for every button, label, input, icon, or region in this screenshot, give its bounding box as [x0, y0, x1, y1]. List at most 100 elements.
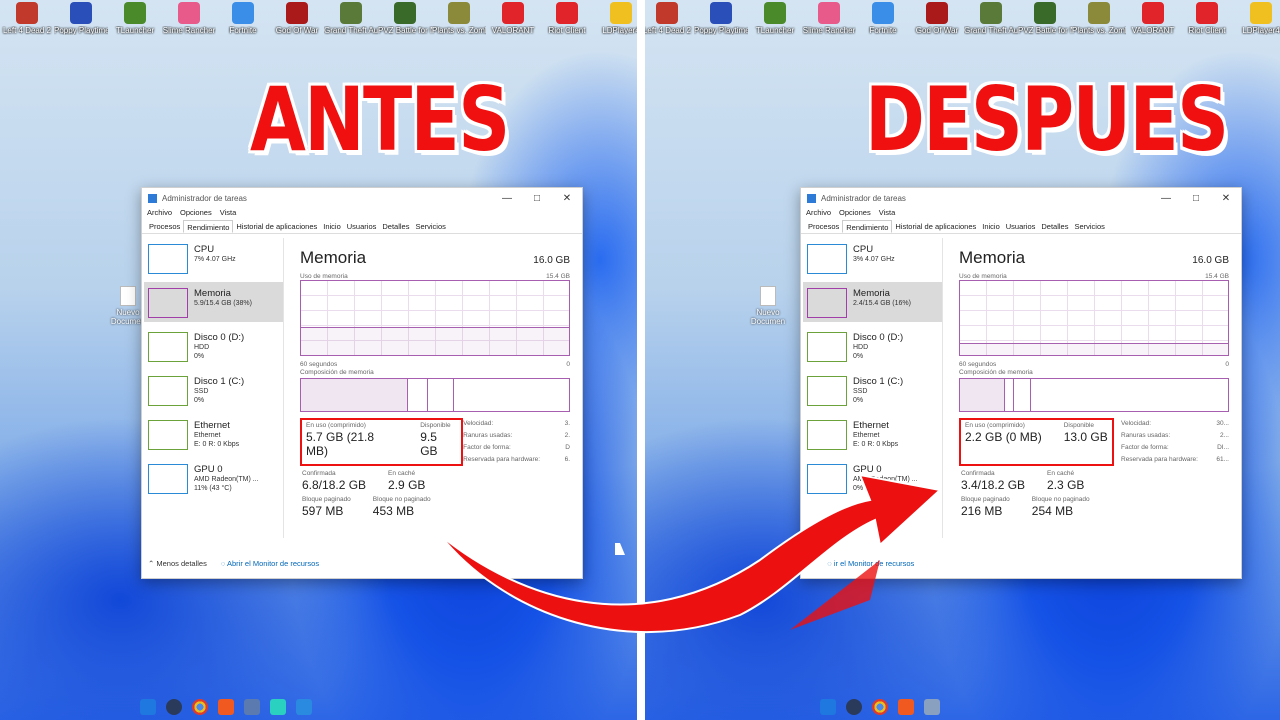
tab[interactable]: Rendimiento: [842, 220, 893, 233]
tab[interactable]: Historial de aplicaciones: [892, 220, 979, 233]
sidebar-item-eth[interactable]: Ethernet Ethernet E: 0 R: 0 Kbps: [803, 414, 942, 454]
sidebar-item-name: Ethernet: [194, 420, 230, 431]
resource-monitor-link[interactable]: ◌ ir el Monitor de recursos: [827, 559, 914, 568]
menu-item[interactable]: Vista: [879, 208, 896, 220]
app-icon: [764, 2, 786, 24]
sidebar-item-disk[interactable]: Disco 1 (C:) SSD 0%: [803, 370, 942, 410]
fewer-details-button[interactable]: ⌃: [807, 559, 813, 568]
photos-icon[interactable]: [244, 699, 260, 715]
desktop-shortcut[interactable]: Slime Rancher: [802, 2, 856, 52]
app-icon: [1088, 2, 1110, 24]
maximize-button[interactable]: □: [1181, 193, 1211, 204]
sidebar-item-disk[interactable]: Disco 0 (D:) HDD 0%: [803, 326, 942, 366]
start-icon[interactable]: [820, 699, 836, 715]
chrome-icon[interactable]: [872, 699, 888, 715]
tab[interactable]: Inicio: [320, 220, 344, 233]
task-manager-window-after[interactable]: Administrador de tareas — □ ✕ Archivo Opcione…: [800, 187, 1242, 579]
mini-graph: [148, 420, 188, 450]
desktop-shortcut[interactable]: Riot Client: [540, 2, 594, 52]
search-icon[interactable]: [166, 699, 182, 715]
desktop-shortcut[interactable]: Left 4 Dead 2: [640, 2, 694, 52]
minimize-button[interactable]: —: [492, 193, 522, 204]
sidebar-item-mem[interactable]: Memoria 5.9/15.4 GB (38%): [144, 282, 283, 322]
sidebar-item-gpu[interactable]: GPU 0 AMD Radeon(TM) ... 11% (43 °C): [144, 458, 283, 498]
tab-bar: Procesos Rendimiento Historial de aplicaci…: [142, 220, 582, 234]
chrome-icon[interactable]: [192, 699, 208, 715]
desktop-shortcut[interactable]: TLauncher: [108, 2, 162, 52]
maximize-button[interactable]: □: [522, 193, 552, 204]
sidebar-item-name: Memoria: [853, 288, 890, 299]
desktop-shortcut[interactable]: VALORANT: [1126, 2, 1180, 52]
desktop-shortcut[interactable]: Riot Client: [1180, 2, 1234, 52]
sidebar-item-gpu[interactable]: GPU 0 AMD Radeon(TM) ... 0% (39 °C): [803, 458, 942, 498]
sidebar-item-disk[interactable]: Disco 1 (C:) SSD 0%: [144, 370, 283, 410]
menu-item[interactable]: Opciones: [180, 208, 212, 220]
cached-label: En caché: [1047, 470, 1075, 477]
tab[interactable]: Servicios: [412, 220, 448, 233]
sidebar-item-cpu[interactable]: CPU 3% 4.07 GHz: [803, 238, 942, 278]
close-button[interactable]: ✕: [552, 193, 582, 204]
shortcut-label: Fortnite: [869, 26, 897, 35]
minimize-button[interactable]: —: [1151, 193, 1181, 204]
notepad-icon[interactable]: [296, 699, 312, 715]
menu-item[interactable]: Archivo: [147, 208, 172, 220]
tab[interactable]: Usuarios: [1003, 220, 1039, 233]
desktop-shortcut[interactable]: PVZ Battle for Neighborville: [1018, 2, 1072, 52]
tab[interactable]: Usuarios: [344, 220, 380, 233]
task-manager-window-before[interactable]: Administrador de tareas — □ ✕ Archivo Opcione…: [141, 187, 583, 579]
sidebar-item-detail: SSD: [853, 388, 868, 395]
menu-item[interactable]: Vista: [220, 208, 237, 220]
desktop-shortcut[interactable]: Fortnite: [856, 2, 910, 52]
title-bar[interactable]: Administrador de tareas — □ ✕: [142, 188, 582, 208]
sidebar-item-mem[interactable]: Memoria 2.4/15.4 GB (16%): [803, 282, 942, 322]
sidebar-item-detail: HDD: [853, 344, 869, 351]
app-icon: [610, 2, 632, 24]
tab[interactable]: Procesos: [805, 220, 842, 233]
desktop-shortcut[interactable]: LDPlayer4: [1234, 2, 1280, 52]
sidebar-item-detail: E: 0 R: 0 Kbps: [194, 441, 240, 448]
desktop-shortcut[interactable]: God Of War: [270, 2, 324, 52]
desktop-shortcut[interactable]: Poppy Playtime: [54, 2, 108, 52]
graph-label: Uso de memoria: [300, 273, 348, 280]
menu-item[interactable]: Archivo: [806, 208, 831, 220]
app-icon: [124, 2, 146, 24]
desktop-shortcut[interactable]: PVZ Battle for Neighborville: [378, 2, 432, 52]
desktop-shortcut[interactable]: Plants vs. Zombi...: [1072, 2, 1126, 52]
tab[interactable]: Inicio: [979, 220, 1003, 233]
task-manager-icon[interactable]: [924, 699, 940, 715]
tab[interactable]: Detalles: [379, 220, 412, 233]
tab[interactable]: Procesos: [146, 220, 183, 233]
desktop-shortcut[interactable]: TLauncher: [748, 2, 802, 52]
sidebar-item-eth[interactable]: Ethernet Ethernet E: 0 R: 0 Kbps: [144, 414, 283, 454]
search-icon[interactable]: [846, 699, 862, 715]
sidebar-item-disk[interactable]: Disco 0 (D:) HDD 0%: [144, 326, 283, 366]
shortcut-label: Riot Client: [1188, 26, 1226, 35]
start-icon[interactable]: [140, 699, 156, 715]
menu-item[interactable]: Opciones: [839, 208, 871, 220]
desktop-shortcut[interactable]: LDPlayer4: [594, 2, 640, 52]
desktop-shortcut[interactable]: Plants vs. Zombi...: [432, 2, 486, 52]
desktop-shortcut[interactable]: Grand Theft Auto V: [324, 2, 378, 52]
desktop-shortcut[interactable]: VALORANT: [486, 2, 540, 52]
app-icon[interactable]: [270, 699, 286, 715]
brave-icon[interactable]: [218, 699, 234, 715]
desktop-shortcut[interactable]: God Of War: [910, 2, 964, 52]
desktop-shortcut[interactable]: Grand Theft Auto V: [964, 2, 1018, 52]
tab[interactable]: Detalles: [1038, 220, 1071, 233]
brave-icon[interactable]: [898, 699, 914, 715]
fewer-details-button[interactable]: ⌃ Menos detalles: [148, 559, 207, 568]
shortcut-label: Riot Client: [548, 26, 586, 35]
close-button[interactable]: ✕: [1211, 193, 1241, 204]
tab[interactable]: Rendimiento: [183, 220, 234, 233]
desktop-shortcut[interactable]: Poppy Playtime: [694, 2, 748, 52]
sidebar-item-cpu[interactable]: CPU 7% 4.07 GHz: [144, 238, 283, 278]
desktop-shortcut[interactable]: Fortnite: [216, 2, 270, 52]
resource-monitor-link[interactable]: ◌ Abrir el Monitor de recursos: [221, 559, 319, 568]
tab[interactable]: Servicios: [1071, 220, 1107, 233]
desktop-file[interactable]: Nuevo Documen: [748, 286, 788, 326]
desktop-shortcut[interactable]: Slime Rancher: [162, 2, 216, 52]
desktop-shortcut[interactable]: Left 4 Dead 2: [0, 2, 54, 52]
sidebar-item-detail: 5.9/15.4 GB (38%): [194, 300, 252, 307]
tab[interactable]: Historial de aplicaciones: [233, 220, 320, 233]
title-bar[interactable]: Administrador de tareas — □ ✕: [801, 188, 1241, 208]
